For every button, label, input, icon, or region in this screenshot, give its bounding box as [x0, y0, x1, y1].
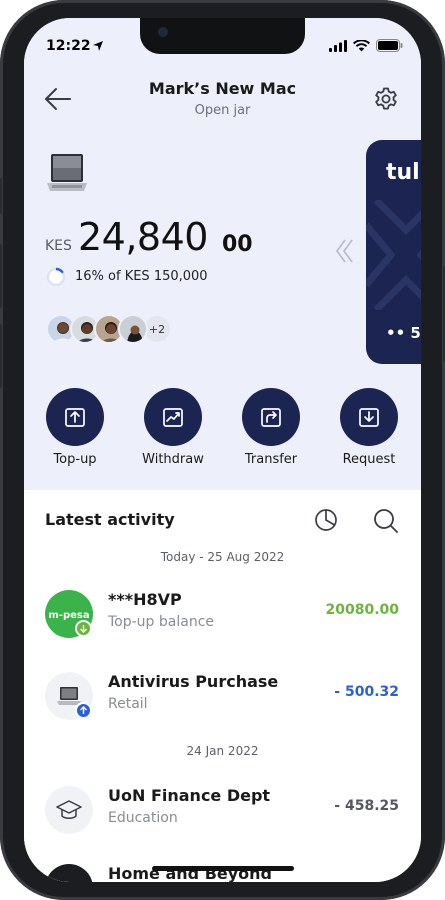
- page-title: Mark’s New Mac: [148, 79, 297, 98]
- balance-amount: 24,840: [78, 215, 208, 259]
- transfer-action[interactable]: Transfer: [226, 388, 316, 467]
- withdraw-button[interactable]: [144, 388, 202, 446]
- download-icon: [359, 408, 379, 427]
- home-logo: [45, 864, 93, 882]
- settings-gear-icon[interactable]: [373, 86, 399, 112]
- activity-title: Latest activity: [45, 510, 175, 529]
- balance-cents: 00: [222, 232, 253, 257]
- topup-button[interactable]: [46, 388, 104, 446]
- date-separator: Today - 25 Aug 2022: [160, 550, 285, 564]
- progress-text: 16% of KES 150,000: [75, 269, 208, 284]
- request-action[interactable]: Request: [324, 388, 414, 467]
- mpesa-logo: m-pesa: [45, 590, 93, 638]
- transaction-amount: - 500.32: [334, 684, 399, 700]
- transaction-category: Top-up balance: [108, 614, 215, 630]
- card-brand: tul: [386, 160, 420, 185]
- virtual-card[interactable]: tul •• 5: [366, 140, 421, 364]
- progress-ring: [46, 267, 66, 287]
- education-logo: [45, 786, 93, 834]
- laptop-icon: [47, 154, 87, 191]
- badge-down: [75, 620, 92, 637]
- double-chevron-left-icon[interactable]: [335, 238, 355, 264]
- transaction-row[interactable]: m-pesa ***H8VP Top-up balance 20080.00: [24, 590, 421, 650]
- phone-frame: 12:22 Mark’s New Mac Open jar KES 24,840…: [0, 0, 445, 900]
- request-label: Request: [342, 452, 396, 467]
- notch: [140, 18, 305, 54]
- card-number: •• 5: [386, 324, 421, 342]
- chart-icon: [163, 408, 183, 427]
- arrow-up-icon: [80, 706, 87, 714]
- avatar: [118, 314, 148, 344]
- transaction-name: Antivirus Purchase: [108, 672, 279, 691]
- badge-up: [75, 702, 92, 719]
- graduation-cap-icon: [56, 800, 82, 819]
- transaction-name: UoN Finance Dept: [108, 786, 271, 805]
- volume-up-button: [0, 244, 2, 308]
- transaction-category: Retail: [108, 696, 148, 712]
- wifi-icon: [353, 39, 370, 51]
- transfer-icon: [261, 408, 281, 427]
- page-subtitle: Open jar: [194, 103, 251, 118]
- laptop-logo: [45, 672, 93, 720]
- screen: 12:22 Mark’s New Mac Open jar KES 24,840…: [24, 18, 421, 882]
- location-arrow-icon: [93, 41, 103, 51]
- transaction-amount: - 458.25: [334, 798, 399, 814]
- mute-switch: [0, 178, 2, 214]
- withdraw-action[interactable]: Withdraw: [128, 388, 218, 467]
- pie-chart-icon[interactable]: [314, 508, 338, 532]
- activity-section: Latest activity Today - 25 Aug 2022 m-pe…: [24, 490, 421, 882]
- home-indicator[interactable]: [152, 866, 294, 871]
- upload-icon: [65, 408, 85, 427]
- member-avatars[interactable]: +2: [46, 314, 172, 344]
- status-icons: [329, 39, 403, 52]
- transfer-label: Transfer: [244, 452, 298, 467]
- topup-action[interactable]: Top-up: [30, 388, 120, 467]
- transaction-row[interactable]: UoN Finance Dept Education - 458.25: [24, 786, 421, 846]
- transfer-button[interactable]: [242, 388, 300, 446]
- transaction-row[interactable]: Antivirus Purchase Retail - 500.32: [24, 672, 421, 732]
- battery-icon: [376, 39, 403, 52]
- request-button[interactable]: [340, 388, 398, 446]
- arrow-down-icon: [80, 625, 87, 633]
- topup-label: Top-up: [53, 452, 97, 467]
- transaction-name: ***H8VP: [108, 590, 182, 609]
- front-camera: [158, 27, 168, 37]
- status-time: 12:22: [46, 38, 91, 54]
- transaction-category: Education: [108, 810, 178, 826]
- search-icon[interactable]: [373, 508, 399, 534]
- mpesa-wordmark: m-pesa: [49, 610, 89, 621]
- card-pattern: [366, 200, 421, 310]
- signal-icon: [329, 39, 347, 52]
- volume-down-button: [0, 324, 2, 388]
- date-separator: 24 Jan 2022: [186, 744, 259, 758]
- withdraw-label: Withdraw: [142, 452, 204, 467]
- transaction-amount: 20080.00: [325, 602, 399, 618]
- currency-label: KES: [45, 238, 72, 254]
